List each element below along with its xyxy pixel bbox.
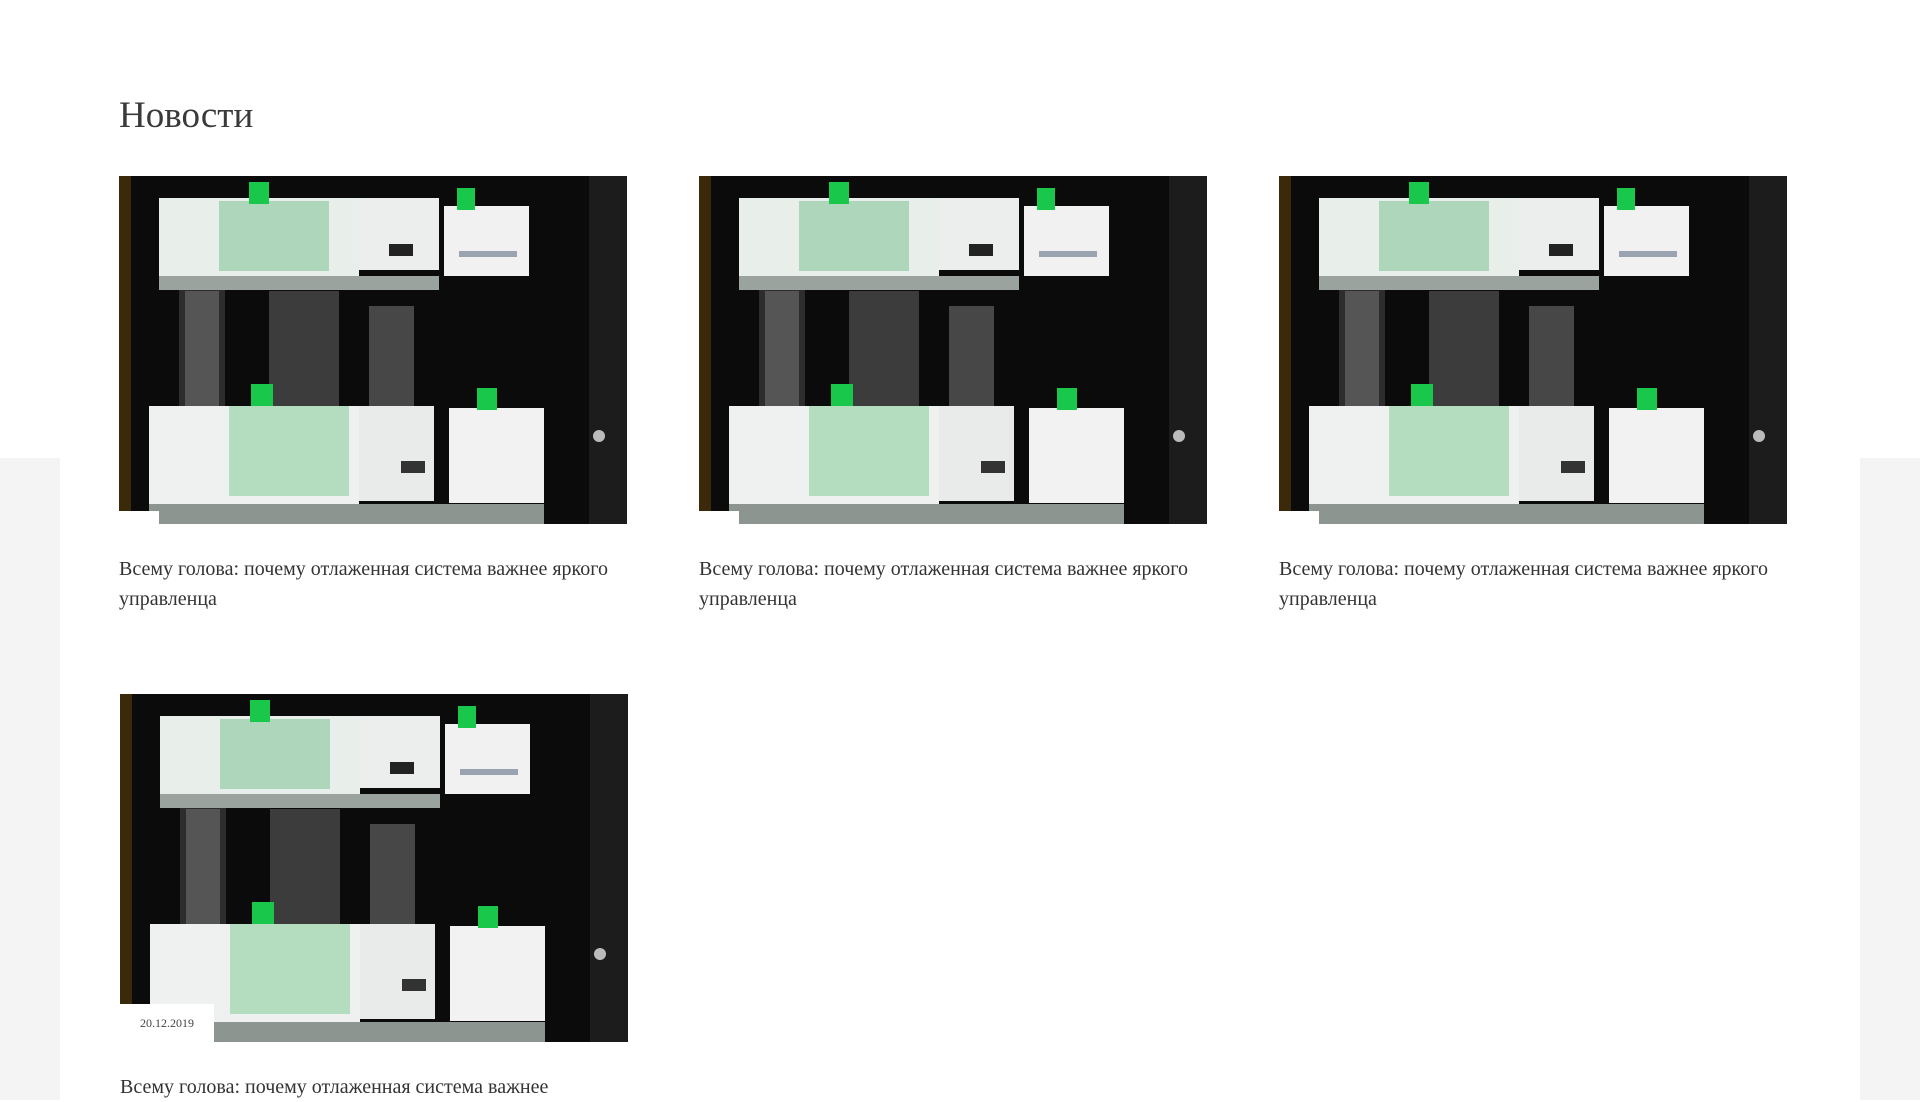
date-chip: [1279, 511, 1319, 524]
banknote-bundles-photo: [1279, 176, 1787, 524]
news-card[interactable]: 20.12.2019 Всему голова: почему отлаженн…: [120, 694, 628, 1102]
left-side-band: [0, 458, 60, 1100]
news-image[interactable]: [699, 176, 1207, 524]
date-chip: [699, 511, 739, 524]
section-title: Новости: [119, 95, 254, 136]
date-chip: [119, 511, 159, 524]
news-card[interactable]: Всему голова: почему отлаженная система …: [119, 176, 627, 614]
banknote-bundles-photo: [120, 694, 628, 1042]
right-side-band: [1860, 458, 1920, 1100]
news-image[interactable]: [1279, 176, 1787, 524]
date-chip: 20.12.2019: [120, 1004, 214, 1042]
news-title[interactable]: Всему голова: почему отлаженная система …: [1279, 554, 1787, 614]
banknote-bundles-photo: [699, 176, 1207, 524]
banknote-bundles-photo: [119, 176, 627, 524]
news-card[interactable]: Всему голова: почему отлаженная система …: [1279, 176, 1787, 614]
news-card[interactable]: Всему голова: почему отлаженная система …: [699, 176, 1207, 614]
news-title[interactable]: Всему голова: почему отлаженная система …: [699, 554, 1207, 614]
news-image[interactable]: 20.12.2019: [120, 694, 628, 1042]
news-image[interactable]: [119, 176, 627, 524]
news-title[interactable]: Всему голова: почему отлаженная система …: [119, 554, 627, 614]
news-title[interactable]: Всему голова: почему отлаженная система …: [120, 1072, 628, 1102]
